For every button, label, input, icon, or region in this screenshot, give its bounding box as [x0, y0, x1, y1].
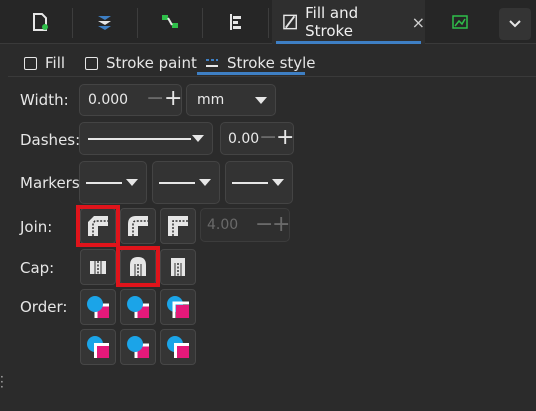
tab-align-distribute[interactable] — [205, 0, 265, 44]
dropdown-caret-icon — [255, 97, 267, 104]
tab-xml-editor[interactable] — [140, 0, 200, 44]
cap-butt-button[interactable] — [80, 249, 116, 285]
order-label: Order: — [20, 298, 68, 316]
subtab-fill[interactable]: Fill — [24, 48, 65, 78]
cap-selection-highlight — [116, 246, 160, 287]
order-stroke-markers-fill-button[interactable] — [160, 329, 196, 365]
order-stroke-fill-markers-button[interactable] — [120, 289, 156, 325]
miter-limit-value: 4.00 — [207, 217, 239, 233]
paint-order-stroke-fill-markers-icon — [127, 296, 149, 318]
cap-square-button[interactable] — [160, 249, 196, 285]
cap-butt-icon — [90, 261, 106, 274]
join-round-icon — [128, 216, 148, 236]
join-miter-button[interactable] — [160, 208, 196, 244]
width-label: Width: — [20, 91, 69, 109]
order-fill-markers-stroke-button[interactable] — [160, 289, 196, 325]
width-spinbox[interactable]: 0.000 − + — [79, 84, 182, 116]
subtab-label: Fill — [45, 54, 66, 72]
markers-label: Markers: — [20, 174, 85, 192]
subtab-label: Stroke paint — [106, 54, 197, 72]
miter-limit-decrement-button: − — [255, 212, 274, 237]
tab-document-properties[interactable] — [10, 0, 70, 44]
active-tab-indicator — [276, 41, 421, 44]
tab-layers[interactable] — [75, 0, 135, 44]
resize-grip-icon[interactable]: · · · — [0, 371, 4, 393]
active-subtab-indicator — [197, 72, 305, 75]
dash-offset-increment-button[interactable]: + — [276, 127, 294, 149]
order-markers-fill-stroke-button[interactable] — [80, 329, 116, 365]
width-value: 0.000 — [88, 92, 129, 108]
tab-title: Fill and Stroke — [305, 4, 359, 40]
cap-label: Cap: — [20, 259, 55, 277]
divider — [8, 76, 536, 77]
dropdown-caret-icon — [272, 179, 284, 186]
tab-export[interactable] — [430, 0, 490, 44]
xml-editor-icon — [162, 15, 178, 28]
stroke-style-icon — [206, 59, 218, 67]
join-selection-highlight — [76, 205, 120, 247]
tab-close-button[interactable]: × — [412, 13, 425, 32]
miter-limit-spinbox: 4.00 − + — [200, 208, 290, 242]
checkbox-icon — [85, 56, 98, 70]
unit-value: mm — [197, 92, 225, 108]
dropdown-caret-icon — [192, 135, 204, 142]
join-round-button[interactable] — [120, 208, 156, 244]
export-icon — [452, 15, 468, 29]
width-unit-select[interactable]: mm — [186, 84, 276, 116]
end-marker-select[interactable] — [225, 161, 293, 204]
marker-line-preview — [159, 182, 195, 184]
paint-order-stroke-markers-fill-icon — [167, 336, 189, 358]
marker-line-preview — [86, 182, 122, 184]
order-markers-stroke-fill-button[interactable] — [120, 329, 156, 365]
dash-offset-value: 0.00 — [228, 131, 260, 147]
subtab-stroke-paint[interactable]: Stroke paint — [85, 48, 197, 78]
checkbox-icon — [24, 56, 37, 70]
dropdown-caret-icon — [126, 179, 138, 186]
dash-offset-spinbox[interactable]: 0.00 − + — [220, 122, 294, 155]
document-properties-icon — [33, 13, 48, 31]
align-distribute-icon — [230, 14, 241, 30]
dash-pattern-preview — [88, 138, 191, 140]
dock-tab-bar: Fill and Stroke × — [0, 0, 536, 44]
tab-separator — [72, 8, 73, 38]
paint-order-fill-markers-stroke-icon — [167, 296, 189, 318]
dashes-label: Dashes: — [20, 131, 81, 149]
paint-order-markers-fill-stroke-icon — [87, 336, 109, 358]
tab-separator — [137, 8, 138, 38]
width-decrement-button[interactable]: − — [146, 88, 164, 110]
fill-stroke-icon — [283, 14, 297, 30]
start-marker-select[interactable] — [79, 161, 147, 204]
order-fill-stroke-markers-button[interactable] — [80, 289, 116, 325]
tab-separator — [202, 8, 203, 38]
join-label: Join: — [20, 218, 53, 236]
chevron-down-icon — [509, 20, 521, 28]
tab-fill-and-stroke[interactable]: Fill and Stroke × — [272, 0, 425, 44]
dropdown-caret-icon — [199, 179, 211, 186]
miter-limit-increment-button: + — [272, 212, 291, 237]
dash-offset-decrement-button[interactable]: − — [259, 127, 277, 149]
tab-separator — [268, 8, 269, 38]
layers-icon — [98, 16, 111, 30]
join-miter-icon — [168, 216, 188, 236]
cap-square-icon — [171, 258, 185, 276]
paint-order-fill-stroke-markers-icon — [87, 296, 109, 318]
paint-order-markers-stroke-fill-icon — [127, 336, 149, 358]
more-tabs-button[interactable] — [499, 8, 531, 40]
dash-pattern-select[interactable] — [79, 122, 213, 155]
mid-marker-select[interactable] — [152, 161, 220, 204]
width-increment-button[interactable]: + — [164, 88, 182, 110]
marker-line-preview — [232, 182, 268, 184]
subtab-label: Stroke style — [227, 54, 316, 72]
